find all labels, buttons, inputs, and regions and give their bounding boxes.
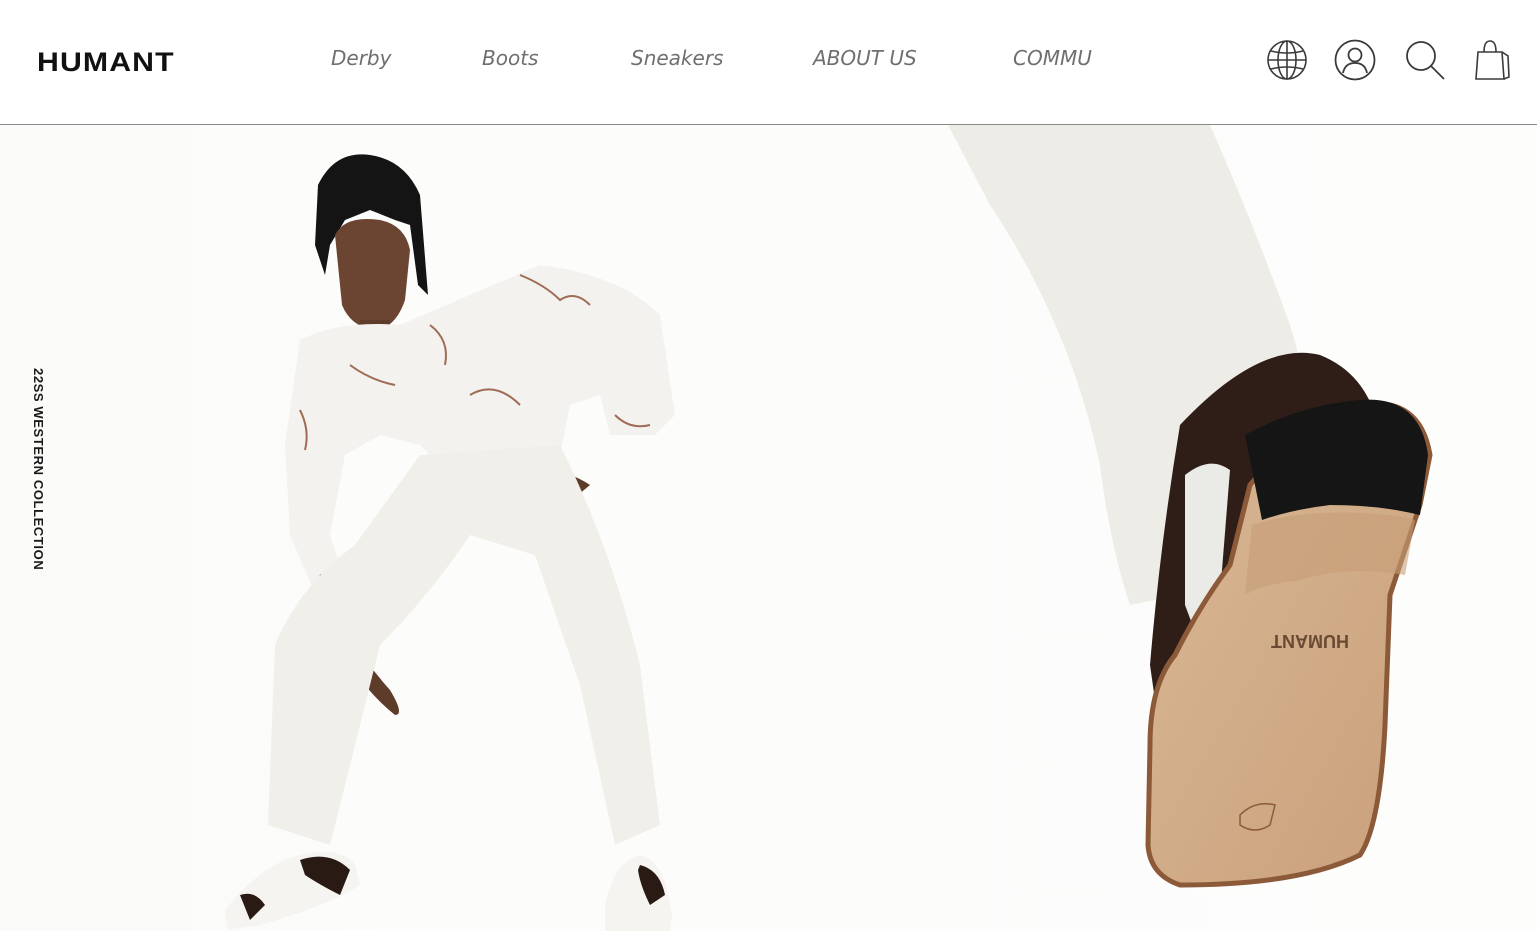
- nav-item-sneakers[interactable]: Sneakers: [631, 48, 723, 68]
- site-header: HUMANT Derby Boots Sneakers ABOUT US COM…: [0, 0, 1537, 125]
- user-icon[interactable]: [1333, 38, 1377, 82]
- brand-logo[interactable]: HUMANT: [37, 49, 175, 76]
- nav-item-commu[interactable]: COMMU: [1013, 48, 1092, 68]
- shopping-bag-icon[interactable]: [1470, 38, 1514, 82]
- search-icon[interactable]: [1403, 38, 1447, 82]
- hero-banner[interactable]: HUMANT 22SS WESTERN COLLECTION: [0, 125, 1537, 931]
- nav-item-about-us[interactable]: ABOUT US: [813, 48, 917, 68]
- nav-item-boots[interactable]: Boots: [482, 48, 538, 68]
- sole-brand-text: HUMANT: [1271, 631, 1349, 651]
- collection-label: 22SS WESTERN COLLECTION: [31, 368, 46, 571]
- globe-icon[interactable]: [1265, 38, 1309, 82]
- nav-item-derby[interactable]: Derby: [331, 48, 391, 68]
- hero-image: HUMANT: [0, 125, 1537, 931]
